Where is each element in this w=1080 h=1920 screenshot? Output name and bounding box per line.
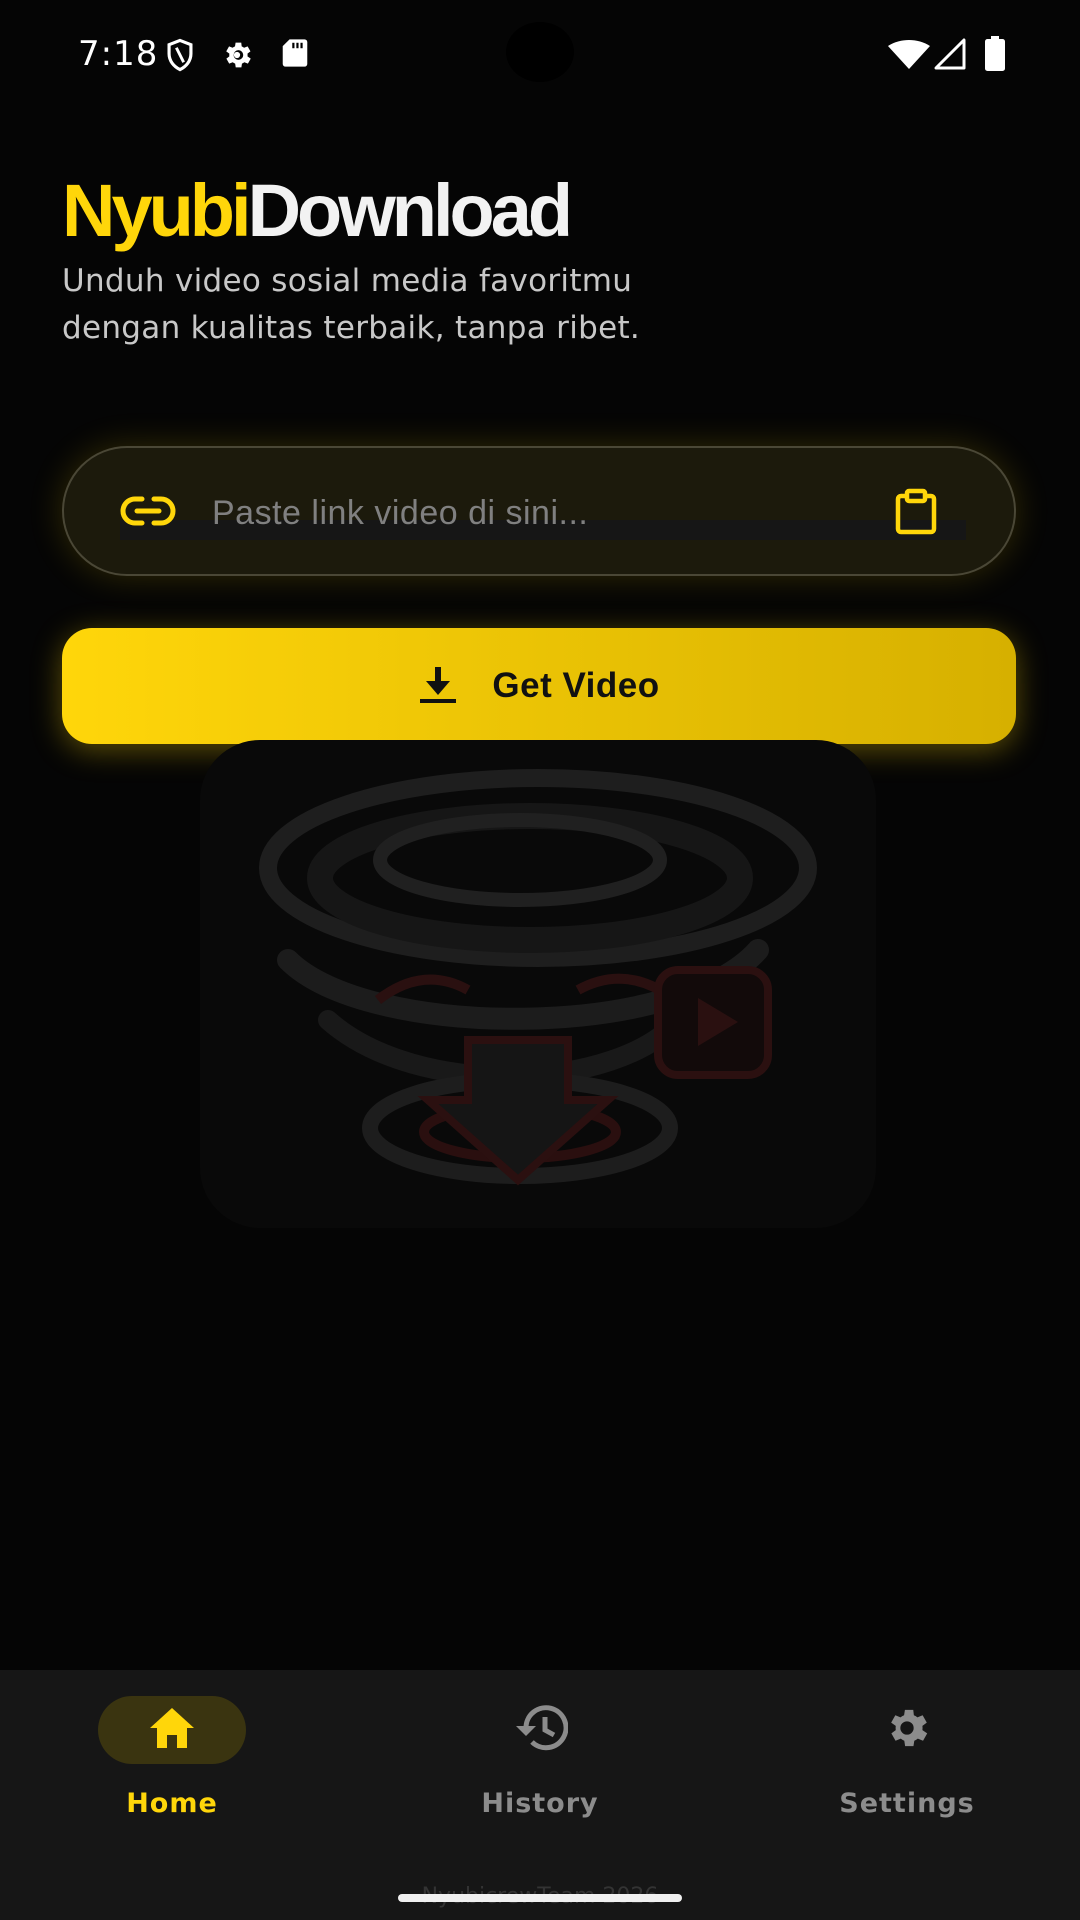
app-subtitle: Unduh video sosial media favoritmu denga… <box>62 258 762 352</box>
nav-label-settings: Settings <box>839 1788 975 1819</box>
wifi-icon <box>888 40 930 75</box>
nav-item-settings[interactable]: Settings <box>787 1696 1027 1826</box>
history-icon <box>512 1704 569 1757</box>
nav-item-home[interactable]: Home <box>52 1696 292 1826</box>
nav-label-history: History <box>481 1788 599 1819</box>
shield-icon <box>165 38 195 77</box>
subtitle-line-2: dengan kualitas terbaik, tanpa ribet. <box>62 310 641 346</box>
signal-icon <box>934 38 966 75</box>
get-video-button[interactable]: Get Video <box>62 628 1016 744</box>
app-title: NyubiDownload <box>62 168 574 253</box>
status-bar: 7:18 <box>0 0 1080 110</box>
sd-card-icon <box>281 38 309 73</box>
gesture-bar[interactable] <box>398 1894 682 1902</box>
app-title-part2: Download <box>247 169 574 252</box>
link-input[interactable] <box>212 478 892 548</box>
status-time: 7:18 <box>78 34 159 74</box>
nav-pill-history <box>466 1696 614 1764</box>
get-video-label: Get Video <box>492 666 660 705</box>
watermark-logo <box>198 740 880 1235</box>
battery-icon <box>984 36 1006 77</box>
settings-gear-icon <box>882 1703 932 1758</box>
nav-item-history[interactable]: History <box>420 1696 660 1826</box>
app-title-part1: Nyubi <box>62 169 252 252</box>
home-icon <box>148 1706 196 1755</box>
link-input-container[interactable] <box>62 446 1016 576</box>
clipboard-icon[interactable] <box>892 488 940 541</box>
nav-label-home: Home <box>126 1788 218 1819</box>
subtitle-line-1: Unduh video sosial media favoritmu <box>62 263 633 299</box>
link-icon <box>120 491 176 536</box>
bottom-nav: Home History Settings NyubicrewTeam 2026 <box>0 1670 1080 1920</box>
camera-cutout <box>506 22 574 82</box>
gear-icon <box>220 38 254 77</box>
download-icon <box>418 665 458 708</box>
nav-pill-home <box>98 1696 246 1764</box>
nav-pill-settings <box>833 1696 981 1764</box>
